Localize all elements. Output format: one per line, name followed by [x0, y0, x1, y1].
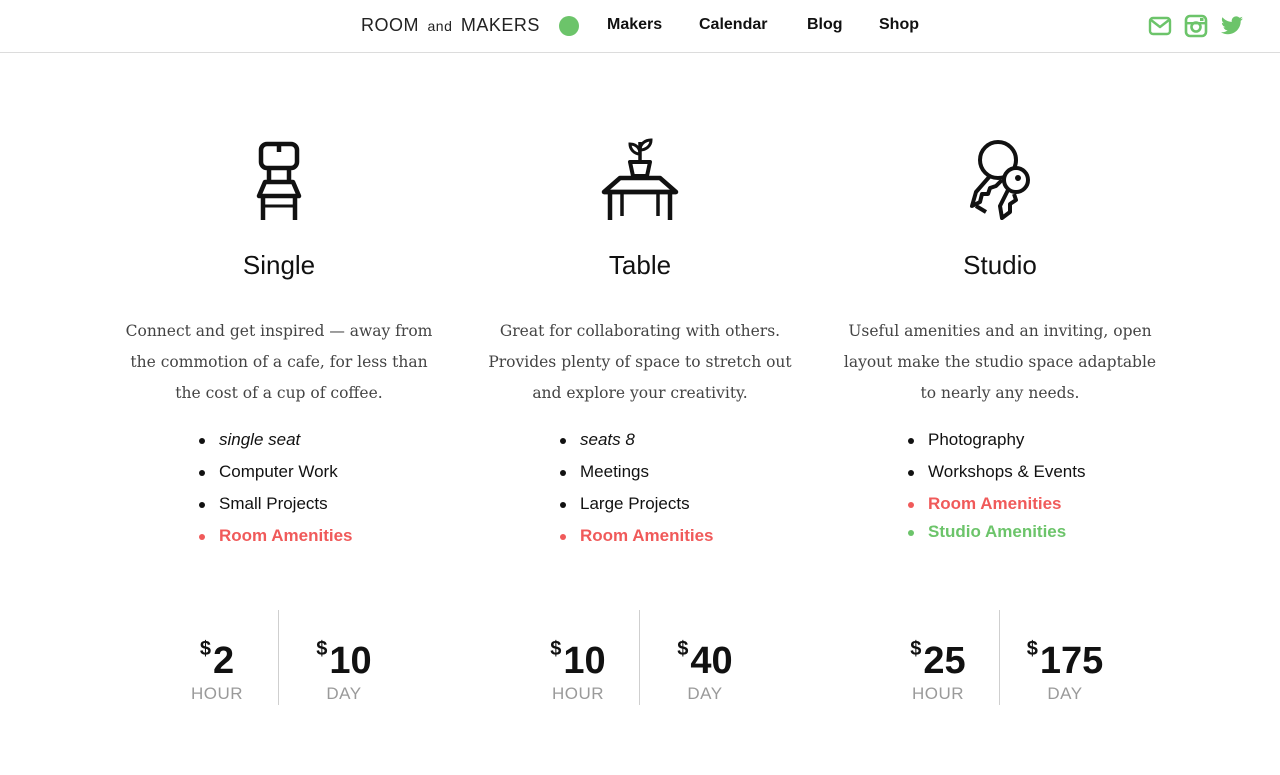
price-day: $10 DAY: [284, 628, 404, 704]
price-amount: 10: [563, 640, 606, 682]
price-divider: [278, 610, 279, 705]
room-amenities-link[interactable]: Room Amenities: [908, 490, 1148, 518]
feature-list: Photography Workshops & Events Room Amen…: [908, 426, 1148, 546]
plan-description: Useful amenities and an inviting, open l…: [843, 322, 1157, 402]
currency-symbol: $: [677, 638, 689, 660]
nav-link-blog[interactable]: Blog: [807, 16, 843, 34]
price-amount: 40: [690, 640, 733, 682]
currency-symbol: $: [199, 638, 211, 660]
price-amount: 2: [212, 640, 235, 682]
price-hour: $10 HOUR: [518, 628, 638, 704]
price-divider: [639, 610, 640, 705]
price-unit: DAY: [326, 684, 362, 703]
table-plant-icon: [600, 136, 680, 226]
plan-description: Great for collaborating with others. Pro…: [488, 322, 792, 402]
brand-word-and: and: [427, 18, 453, 34]
room-amenities-link[interactable]: Room Amenities: [560, 522, 800, 550]
feature-list: seats 8 Meetings Large Projects Room Ame…: [560, 426, 800, 550]
price-unit: HOUR: [911, 684, 965, 703]
price-day: $175 DAY: [1005, 628, 1125, 704]
price-unit: HOUR: [190, 684, 244, 703]
feature-item: Meetings: [560, 458, 800, 490]
feature-item: Computer Work: [199, 458, 439, 490]
feature-item: seats 8: [560, 426, 800, 458]
plan-description: Connect and get inspired — away from the…: [125, 322, 433, 402]
feature-list: single seat Computer Work Small Projects…: [199, 426, 439, 550]
currency-symbol: $: [550, 638, 562, 660]
chair-icon: [239, 136, 319, 226]
brand-word-makers: MAKERS: [460, 15, 540, 35]
mail-icon[interactable]: [1148, 14, 1172, 38]
price-hour: $2 HOUR: [157, 628, 277, 704]
instagram-icon[interactable]: [1184, 14, 1208, 38]
room-amenities-link[interactable]: Room Amenities: [199, 522, 439, 550]
price-unit: HOUR: [551, 684, 605, 703]
nav-link-makers[interactable]: Makers: [607, 16, 662, 34]
twitter-icon[interactable]: [1220, 14, 1244, 38]
studio-amenities-link[interactable]: Studio Amenities: [908, 518, 1148, 546]
price-day: $40 DAY: [645, 628, 765, 704]
plan-title: Single: [242, 250, 316, 280]
price-block: $10 HOUR $40 DAY: [480, 610, 800, 705]
status-dot-icon: [559, 16, 579, 36]
price-hour: $25 HOUR: [878, 628, 998, 704]
feature-item: Large Projects: [560, 490, 800, 522]
price-divider: [999, 610, 1000, 705]
price-block: $25 HOUR $175 DAY: [840, 610, 1160, 705]
keys-icon: [960, 136, 1040, 226]
price-amount: 10: [329, 640, 372, 682]
price-unit: DAY: [687, 684, 723, 703]
price-block: $2 HOUR $10 DAY: [119, 610, 439, 705]
currency-symbol: $: [1026, 638, 1038, 660]
nav-link-shop[interactable]: Shop: [879, 16, 919, 34]
site-header: ROOM and MAKERS Makers Calendar Blog Sho…: [0, 0, 1280, 53]
feature-item: Small Projects: [199, 490, 439, 522]
currency-symbol: $: [910, 638, 922, 660]
nav-link-calendar[interactable]: Calendar: [699, 16, 767, 34]
feature-item: Photography: [908, 426, 1148, 458]
plan-title: Studio: [963, 250, 1037, 280]
price-amount: 175: [1039, 640, 1104, 682]
brand-logo[interactable]: ROOM and MAKERS: [361, 15, 540, 36]
feature-item: Workshops & Events: [908, 458, 1148, 490]
plan-title: Table: [608, 250, 672, 280]
feature-item: single seat: [199, 426, 439, 458]
currency-symbol: $: [316, 638, 328, 660]
price-unit: DAY: [1047, 684, 1083, 703]
brand-word-room: ROOM: [361, 15, 419, 35]
price-amount: 25: [923, 640, 966, 682]
